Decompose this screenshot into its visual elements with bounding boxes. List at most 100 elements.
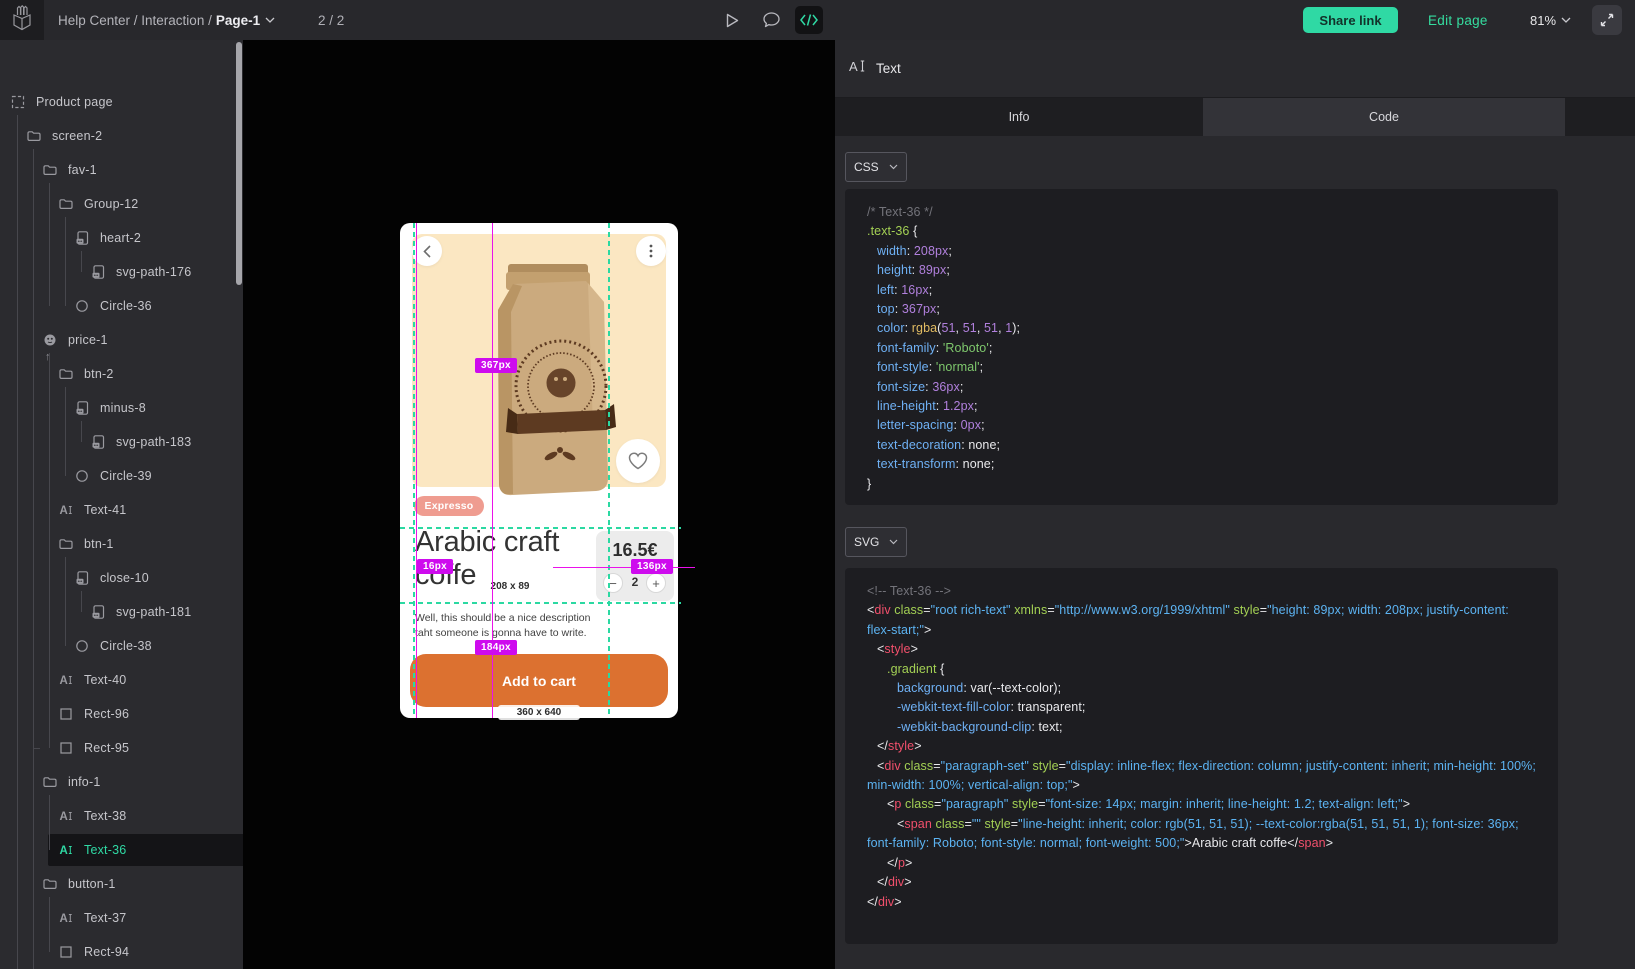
svg-language-select[interactable]: SVG — [845, 527, 907, 557]
zoom-level-control[interactable]: 81% — [1530, 0, 1571, 40]
inspector-panel: A Text Info Code CSS /* Text-36 */.text-… — [835, 40, 1635, 969]
svg-file-icon — [90, 434, 106, 450]
svg-text:A: A — [60, 811, 68, 823]
tab-info[interactable]: Info — [835, 98, 1203, 136]
text-layer-icon: A — [58, 672, 74, 688]
svg-text:A: A — [849, 59, 858, 74]
code-line: font-style: 'normal'; — [867, 358, 1536, 377]
tree-item-circle-36[interactable]: Circle-36 — [0, 289, 243, 323]
layer-name: Rect-94 — [84, 945, 129, 959]
folder-icon — [58, 196, 74, 212]
folder-icon — [58, 536, 74, 552]
tree-guide-line — [17, 115, 18, 969]
code-line: text-decoration: none; — [867, 436, 1536, 455]
layer-name: Text-41 — [84, 503, 126, 517]
tree-elbow-connector — [34, 748, 40, 749]
edit-page-link[interactable]: Edit page — [1428, 0, 1488, 40]
tree-item-text-40[interactable]: AText-40 — [0, 663, 243, 697]
code-line: -webkit-text-fill-color: transparent; — [867, 698, 1536, 717]
app-window: Help Center / Interaction / Page-1 2 / 2… — [0, 0, 1635, 969]
tree-item-product page[interactable]: Product page — [0, 85, 243, 119]
folder-icon — [58, 366, 74, 382]
code-line: left: 16px; — [867, 281, 1536, 300]
tree-item-group-12[interactable]: Group-12 — [0, 187, 243, 221]
tree-item-minus-8[interactable]: minus-8 — [0, 391, 243, 425]
play-button[interactable] — [718, 6, 746, 34]
comment-button[interactable] — [757, 6, 785, 34]
tree-item-circle-39[interactable]: Circle-39 — [0, 459, 243, 493]
app-logo[interactable] — [0, 0, 44, 40]
layer-name: svg-path-183 — [116, 435, 191, 449]
quantity-increase-button[interactable]: + — [646, 573, 666, 593]
code-line: line-height: 1.2px; — [867, 397, 1536, 416]
tab-code[interactable]: Code — [1203, 98, 1565, 136]
quantity-decrease-button[interactable]: − — [603, 573, 623, 593]
fullscreen-button[interactable] — [1592, 5, 1622, 35]
frame-icon — [10, 94, 26, 110]
tree-item-heart-2[interactable]: heart-2 — [0, 221, 243, 255]
tree-item-rect-96[interactable]: Rect-96 — [0, 697, 243, 731]
text-layer-icon: A — [58, 502, 74, 518]
layer-name: heart-2 — [100, 231, 141, 245]
tree-item-text-38[interactable]: AText-38 — [0, 799, 243, 833]
tree-item-fav-1[interactable]: fav-1 — [0, 153, 243, 187]
rect-shape-icon — [58, 944, 74, 960]
tree-item-circle-38[interactable]: Circle-38 — [0, 629, 243, 663]
measure-label-left: 16px — [417, 559, 453, 574]
tree-item-screen-2[interactable]: screen-2 — [0, 119, 243, 153]
css-language-select[interactable]: CSS — [845, 152, 907, 182]
guide-magenta-vertical-left — [416, 223, 417, 718]
folder-icon — [42, 774, 58, 790]
breadcrumb[interactable]: Help Center / Interaction / Page-1 — [58, 0, 275, 40]
design-canvas: Expresso Arabic craft coffe 208 x 89 16.… — [243, 40, 835, 969]
tree-item-text-36[interactable]: AText-36 — [0, 833, 243, 867]
layer-name: Circle-38 — [100, 639, 152, 653]
layer-name: close-10 — [100, 571, 149, 585]
tree-item-rect-94[interactable]: Rect-94 — [0, 935, 243, 969]
svg-file-icon — [74, 570, 90, 586]
css-select-value: CSS — [854, 160, 879, 174]
code-line: </style> — [867, 737, 1536, 756]
product-page-frame: Expresso Arabic craft coffe 208 x 89 16.… — [400, 223, 678, 718]
tree-guide-line — [49, 897, 50, 952]
tree-item-button-1[interactable]: button-1 — [0, 867, 243, 901]
tree-item-price-1[interactable]: price-1 — [0, 323, 243, 357]
tree-item-close-10[interactable]: close-10 — [0, 561, 243, 595]
tree-item-svg-path-176[interactable]: svg-path-176 — [0, 255, 243, 289]
tree-guide-line — [49, 795, 50, 850]
tree-item-svg-path-181[interactable]: svg-path-181 — [0, 595, 243, 629]
scroll-arrow-icon: ↑ — [45, 352, 51, 362]
product-tag-badge: Expresso — [414, 496, 484, 516]
favorite-button[interactable] — [616, 439, 660, 483]
sidebar-scrollbar[interactable] — [236, 42, 242, 285]
tree-item-btn-1[interactable]: btn-1 — [0, 527, 243, 561]
layer-name: Circle-39 — [100, 469, 152, 483]
tree-item-text-37[interactable]: AText-37 — [0, 901, 243, 935]
tree-item-info-1[interactable]: info-1 — [0, 765, 243, 799]
zoom-level-value: 81% — [1530, 13, 1556, 28]
chevron-down-icon — [889, 539, 898, 545]
code-line: <span class="" style="line-height: inher… — [867, 815, 1536, 854]
chevron-down-icon — [265, 17, 275, 23]
code-line: <p class="paragraph" style="font-size: 1… — [867, 795, 1536, 814]
layer-name: Rect-96 — [84, 707, 129, 721]
folder-icon — [26, 128, 42, 144]
text-layer-icon: A — [58, 842, 74, 858]
code-panel-toggle-button[interactable] — [795, 6, 823, 34]
text-layer-icon: A — [849, 58, 867, 79]
tree-item-svg-path-183[interactable]: svg-path-183 — [0, 425, 243, 459]
add-to-cart-button[interactable]: Add to cart — [410, 654, 668, 707]
heart-icon — [628, 452, 648, 470]
tab-bar-filler — [1565, 98, 1635, 136]
layers-sidebar: Product page screen-2 fav-1Group-12 heart-2… — [0, 40, 243, 969]
share-link-button[interactable]: Share link — [1303, 7, 1398, 33]
svg-text:A: A — [60, 845, 68, 857]
more-options-button[interactable] — [636, 236, 666, 266]
layer-name: screen-2 — [52, 129, 102, 143]
tree-item-btn-2[interactable]: btn-2 — [0, 357, 243, 391]
layer-name: svg-path-181 — [116, 605, 191, 619]
comment-bubble-icon — [763, 12, 780, 28]
tree-guide-line — [81, 421, 82, 442]
product-description: Well, this should be a nice description … — [415, 611, 597, 641]
tree-item-text-41[interactable]: A Text-41 — [0, 493, 243, 527]
